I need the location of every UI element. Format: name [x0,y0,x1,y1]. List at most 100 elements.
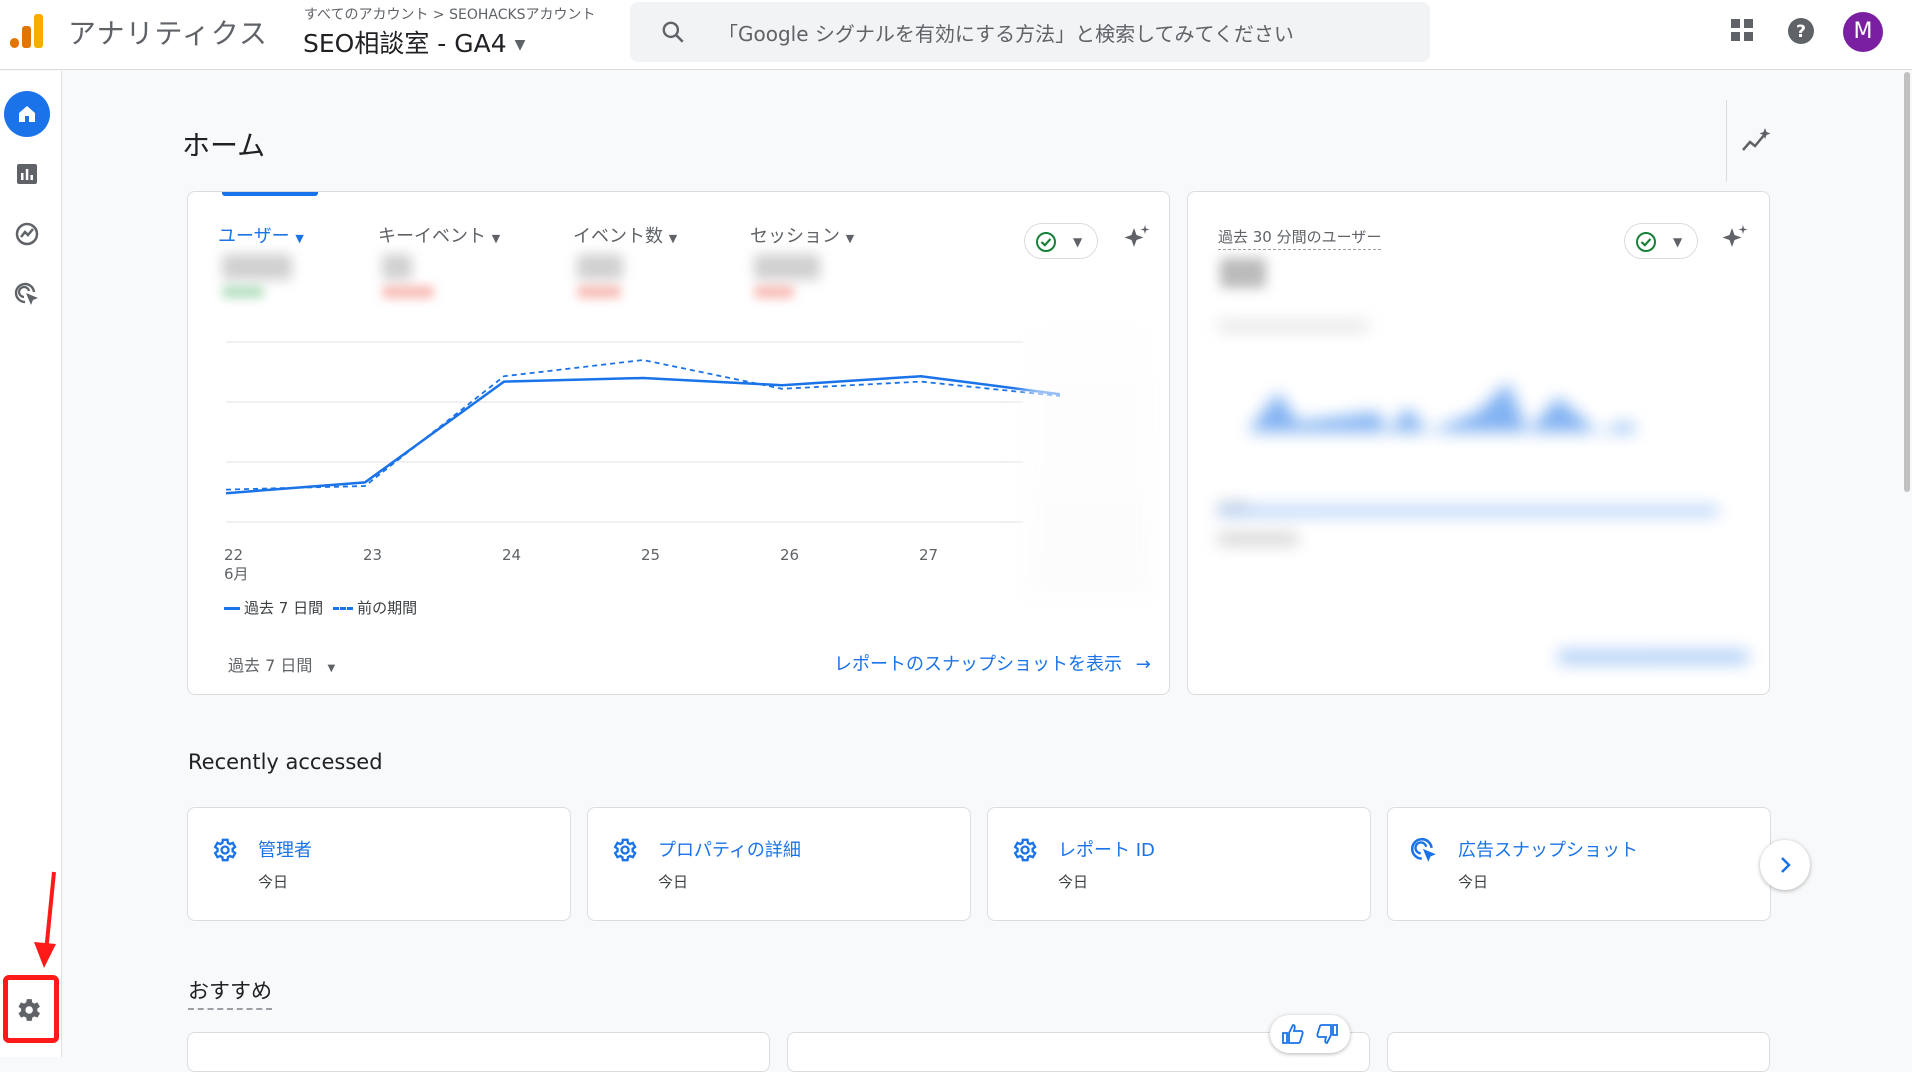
realtime-users-label[interactable]: 過去 30 分間のユーザー [1218,226,1382,250]
period-selector[interactable]: 過去 7 日間 ▼ [228,652,335,676]
recent-card-property-details[interactable]: プロパティの詳細 今日 [587,807,971,921]
help-icon[interactable]: ? [1787,17,1815,45]
ads-target-icon [14,282,38,305]
recent-card-date: 今日 [258,873,289,891]
recent-card-title: プロパティの詳細 [658,840,801,861]
legend-current: 過去 7 日間 [224,597,323,618]
breadcrumb[interactable]: すべてのアカウント > SEOHACKSアカウント [304,4,596,24]
recent-card-date: 今日 [1458,873,1489,891]
overview-card: ユーザー ▼ キーイベント ▼ イベント数 ▼ セッション ▼ ▼ 22 23 24… [187,191,1170,695]
recent-card-admin[interactable]: 管理者 今日 [187,807,571,921]
active-tab-indicator [222,192,318,196]
x-tick-label: 24 [502,546,522,564]
nav-explore[interactable] [4,211,50,257]
sparkle-icon[interactable] [1122,224,1152,254]
x-tick-label: 23 [363,546,383,564]
gear-icon [613,838,637,862]
tab-users-label: ユーザー [218,226,290,247]
metric-value-blurred [577,254,623,280]
arrow-right-icon: → [1135,654,1151,675]
metric-change-blurred [382,286,434,298]
recent-card-title: 管理者 [258,840,312,861]
metric-value-blurred [754,254,820,280]
realtime-quality-selector[interactable]: ▼ [1624,223,1698,259]
search-icon [662,21,684,43]
gear-icon [1013,838,1037,862]
view-snapshot-label: レポートのスナップショットを表示 [834,654,1122,675]
chevron-down-icon: ▼ [295,232,304,245]
insights-icon[interactable] [1741,128,1771,154]
tab-users[interactable]: ユーザー ▼ [218,222,304,248]
chevron-down-icon: ▼ [514,37,526,53]
recommended-section-title: おすすめ [188,975,272,1010]
admin-gear-icon[interactable] [13,995,43,1025]
tab-event-count[interactable]: イベント数 ▼ [573,222,677,248]
recent-card-title: レポート ID [1058,840,1155,861]
app-title: アナリティクス [68,17,268,50]
data-quality-selector[interactable]: ▼ [1024,223,1098,259]
recommended-card[interactable] [187,1032,770,1072]
recent-card-report-id[interactable]: レポート ID 今日 [987,807,1371,921]
annotation-arrow [34,871,56,968]
tab-key-events-label: キーイベント [378,226,486,247]
legend-previous: 前の期間 [333,597,417,618]
search-bar[interactable]: 「Google シグナルを有効にする方法」と検索してみてください [630,2,1430,62]
recent-card-ads-snapshot[interactable]: 広告スナップショット 今日 [1387,807,1771,921]
chevron-right-icon [1781,857,1791,873]
period-selector-label: 過去 7 日間 [228,656,313,675]
gear-icon [213,838,237,862]
check-circle-icon [1636,232,1656,252]
x-tick-label: 27 [919,546,939,564]
chart-grid [226,341,1023,523]
page-scrollbar[interactable] [1904,72,1910,492]
property-selector[interactable]: SEO相談室 - GA4 ▼ [303,24,525,60]
chevron-down-icon: ▼ [845,232,855,245]
chevron-down-icon: ▼ [491,232,501,245]
explore-icon [15,222,39,246]
feedback-widget [1270,1015,1350,1053]
x-axis-month: 6月 [224,565,249,583]
search-placeholder: 「Google シグナルを有効にする方法」と検索してみてください [718,22,1294,46]
chevron-down-icon: ▼ [668,232,678,245]
recommended-card[interactable] [1387,1032,1770,1072]
chart-legend: 過去 7 日間 前の期間 [224,597,417,618]
recent-card-date: 今日 [1058,873,1089,891]
thumbs-down-icon[interactable] [1316,1024,1338,1044]
metric-change-blurred [222,286,264,298]
realtime-table-blurred [1218,484,1738,554]
chevron-down-icon: ▼ [1673,235,1683,249]
chevron-down-icon: ▼ [1073,235,1083,249]
recent-card-title: 広告スナップショット [1458,840,1638,861]
tab-sessions-label: セッション [750,226,840,247]
apps-grid-icon[interactable] [1730,18,1754,42]
analytics-logo-icon[interactable] [10,14,44,50]
tab-key-events[interactable]: キーイベント ▼ [378,222,500,248]
x-tick-label: 25 [641,546,661,564]
nav-home[interactable] [4,91,50,137]
thumbs-up-icon[interactable] [1282,1024,1304,1044]
nav-advertising[interactable] [4,271,50,317]
x-tick-label: 22 [224,546,244,564]
tab-sessions[interactable]: セッション ▼ [750,222,854,248]
metric-change-blurred [754,286,794,298]
nav-reports[interactable] [4,151,50,197]
bar-chart-icon [17,164,37,184]
realtime-link-blurred[interactable] [1558,650,1748,664]
recent-card-date: 今日 [658,873,689,891]
insights-divider [1726,100,1771,182]
top-bar: アナリティクス すべてのアカウント > SEOHACKSアカウント SEO相談室… [0,0,1912,70]
recent-section-title: Recently accessed [188,750,383,774]
realtime-value-blurred [1220,258,1266,288]
view-snapshot-link[interactable]: レポートのスナップショットを表示 → [834,650,1151,676]
realtime-bars-blurred [1218,322,1638,510]
check-circle-icon [1036,232,1056,252]
realtime-card: 過去 30 分間のユーザー ▼ [1187,191,1770,695]
tab-event-count-label: イベント数 [573,226,663,247]
metric-value-blurred [222,254,292,280]
ads-target-icon [1410,837,1436,862]
series-line-previous [225,359,1061,491]
carousel-next-button[interactable] [1760,840,1810,890]
sparkle-icon[interactable] [1720,224,1750,254]
page-title: ホーム [182,129,266,162]
avatar[interactable]: M [1843,12,1883,52]
